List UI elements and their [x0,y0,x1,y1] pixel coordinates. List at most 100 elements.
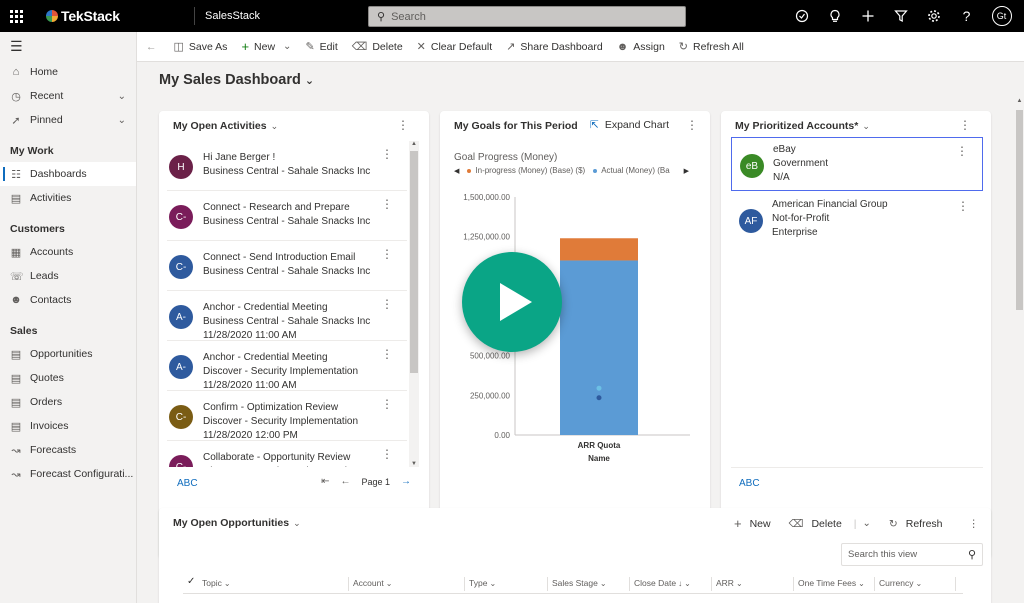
alphabet-filter-link[interactable]: ABC [739,478,760,489]
more-options-icon[interactable]: ⋮ [956,144,968,158]
activity-subject[interactable]: Hi Jane Berger ! [203,151,370,165]
expand-chart-button[interactable]: ⇱ Expand Chart [590,119,669,131]
activity-subject[interactable]: Anchor - Credential Meeting [203,301,370,315]
account-item[interactable]: eB eBay Government N/A ⋮ [731,137,983,191]
account-name[interactable]: eBay [773,143,828,157]
scroll-thumb[interactable] [410,151,418,373]
column-divider[interactable] [793,577,794,591]
sidebar-item-activities[interactable]: ▤ Activities [0,186,136,210]
legend-item[interactable]: In-progress (Money) (Base) ($) [475,166,585,175]
more-options-icon[interactable]: ⋮ [381,347,393,361]
legend-item[interactable]: Actual (Money) (Ba [601,166,669,175]
more-options-icon[interactable]: ⋮ [381,147,393,161]
previous-page-icon[interactable]: ← [340,476,350,487]
plus-icon[interactable] [851,0,884,32]
activity-item[interactable]: C- Connect - Send Introduction Email Busin… [167,241,407,291]
app-name[interactable]: SalesStack [205,10,365,22]
activity-subject[interactable]: Confirm - Optimization Review [203,401,358,415]
next-page-icon[interactable]: → [401,476,411,487]
bar-segment-1[interactable] [560,238,638,261]
video-play-button[interactable] [462,252,562,352]
search-icon[interactable]: ⚲ [968,548,976,561]
card-header[interactable]: My Open Activities ⌄ [173,120,278,132]
account-item[interactable]: AF American Financial Group Not-for-Prof… [731,193,983,247]
global-search-input[interactable]: ⚲ Search [368,6,686,27]
filter-icon[interactable] [884,0,917,32]
sidebar-item-accounts[interactable]: ▦ Accounts [0,240,136,264]
column-header-account[interactable]: Account ⌄ [353,578,392,588]
activity-item[interactable]: C- Confirm - Optimization Review Discover … [167,391,407,441]
delete-opportunity-button[interactable]: ⌫ Delete | ⌄ [789,518,871,530]
chevron-down-icon[interactable]: ⌄ [863,518,871,529]
activities-scrollbar[interactable]: ▲ ▼ [409,141,419,467]
activity-item[interactable]: H Hi Jane Berger ! Business Central - Saha… [167,141,407,191]
data-point-1[interactable] [596,395,602,401]
more-options-icon[interactable]: ⋮ [381,297,393,311]
data-point-0[interactable] [596,385,602,391]
activity-item[interactable]: A- Anchor - Credential Meeting Business Ce… [167,291,407,341]
alphabet-filter-link[interactable]: ABC [177,478,198,489]
column-header-type[interactable]: Type ⌄ [469,578,496,588]
delete-button[interactable]: ⌫ Delete [345,32,410,62]
column-header-topic[interactable]: Topic ⌄ [202,578,231,588]
refresh-all-button[interactable]: ↻ Refresh All [672,32,751,62]
new-opportunity-button[interactable]: + New [734,516,771,531]
activity-subject[interactable]: Connect - Send Introduction Email [203,251,370,265]
hamburger-menu-icon[interactable]: ☰ [0,32,136,60]
more-options-icon[interactable]: ⋮ [397,118,409,132]
more-options-icon[interactable]: ⋮ [381,247,393,261]
sidebar-item-invoices[interactable]: ▤ Invoices [0,414,136,438]
dashboard-selector[interactable]: My Sales Dashboard ⌄ [159,72,314,88]
save-as-button[interactable]: ◫ Save As [167,32,235,62]
card-header[interactable]: My Prioritized Accounts* ⌄ [735,120,870,132]
column-divider[interactable] [874,577,875,591]
brand-logo[interactable]: TekStack [46,8,194,24]
task-icon[interactable] [785,0,818,32]
card-header[interactable]: My Open Opportunities ⌄ [173,517,301,529]
legend-prev-icon[interactable]: ◀ [454,167,459,175]
opportunities-search-input[interactable]: Search this view ⚲ [841,543,983,566]
column-header-currency[interactable]: Currency ⌄ [879,578,922,588]
more-options-icon[interactable]: ⋮ [381,447,393,461]
more-options-icon[interactable]: ⋮ [959,118,971,132]
refresh-opportunities-button[interactable]: ↻ Refresh [889,518,943,530]
clear-default-button[interactable]: ✕ Clear Default [410,32,500,62]
sidebar-item-orders[interactable]: ▤ Orders [0,390,136,414]
column-divider[interactable] [464,577,465,591]
sidebar-item-dashboards[interactable]: ☷ Dashboards [0,162,136,186]
more-options-icon[interactable]: ⋮ [381,197,393,211]
sidebar-item-quotes[interactable]: ▤ Quotes [0,366,136,390]
activity-item[interactable]: C- Connect - Research and Prepare Business… [167,191,407,241]
scroll-up-icon[interactable]: ▲ [1015,98,1024,104]
column-divider[interactable] [629,577,630,591]
assign-button[interactable]: ☻ Assign [610,32,672,62]
scroll-up-icon[interactable]: ▲ [409,141,419,147]
column-header-arr[interactable]: ARR ⌄ [716,578,743,588]
column-header-one-time-fees[interactable]: One Time Fees ⌄ [798,578,865,588]
column-divider[interactable] [955,577,956,591]
column-divider[interactable] [348,577,349,591]
column-divider[interactable] [547,577,548,591]
more-options-icon[interactable]: ⋮ [957,199,969,213]
sidebar-item-contacts[interactable]: ☻ Contacts [0,288,136,312]
column-header-sales-stage[interactable]: Sales Stage ⌄ [552,578,607,588]
activity-subject[interactable]: Collaborate - Opportunity Review [203,451,358,465]
scroll-down-icon[interactable]: ▼ [409,461,419,467]
sidebar-item-home[interactable]: ⌂ Home [0,60,136,84]
more-options-icon[interactable]: ⋮ [686,118,698,132]
column-divider[interactable] [711,577,712,591]
account-name[interactable]: American Financial Group [772,198,888,212]
new-button[interactable]: + New ⌄ [234,32,298,62]
page-scrollbar[interactable]: ▲ [1015,98,1024,603]
gear-icon[interactable] [917,0,950,32]
scroll-thumb[interactable] [1016,110,1023,310]
sidebar-item-opportunities[interactable]: ▤ Opportunities [0,342,136,366]
activity-item[interactable]: C- Collaborate - Opportunity ReviewDiscov… [167,441,407,467]
sidebar-item-leads[interactable]: ☏ Leads [0,264,136,288]
bar-segment-0[interactable] [560,260,638,435]
chevron-down-icon[interactable]: ⌄ [283,41,291,52]
activity-item[interactable]: A- Anchor - Credential Meeting Discover - … [167,341,407,391]
sidebar-item-pinned[interactable]: ➚ Pinned ⌄ [0,108,136,132]
share-dashboard-button[interactable]: ↗ Share Dashboard [499,32,610,62]
activity-subject[interactable]: Connect - Research and Prepare [203,201,370,215]
